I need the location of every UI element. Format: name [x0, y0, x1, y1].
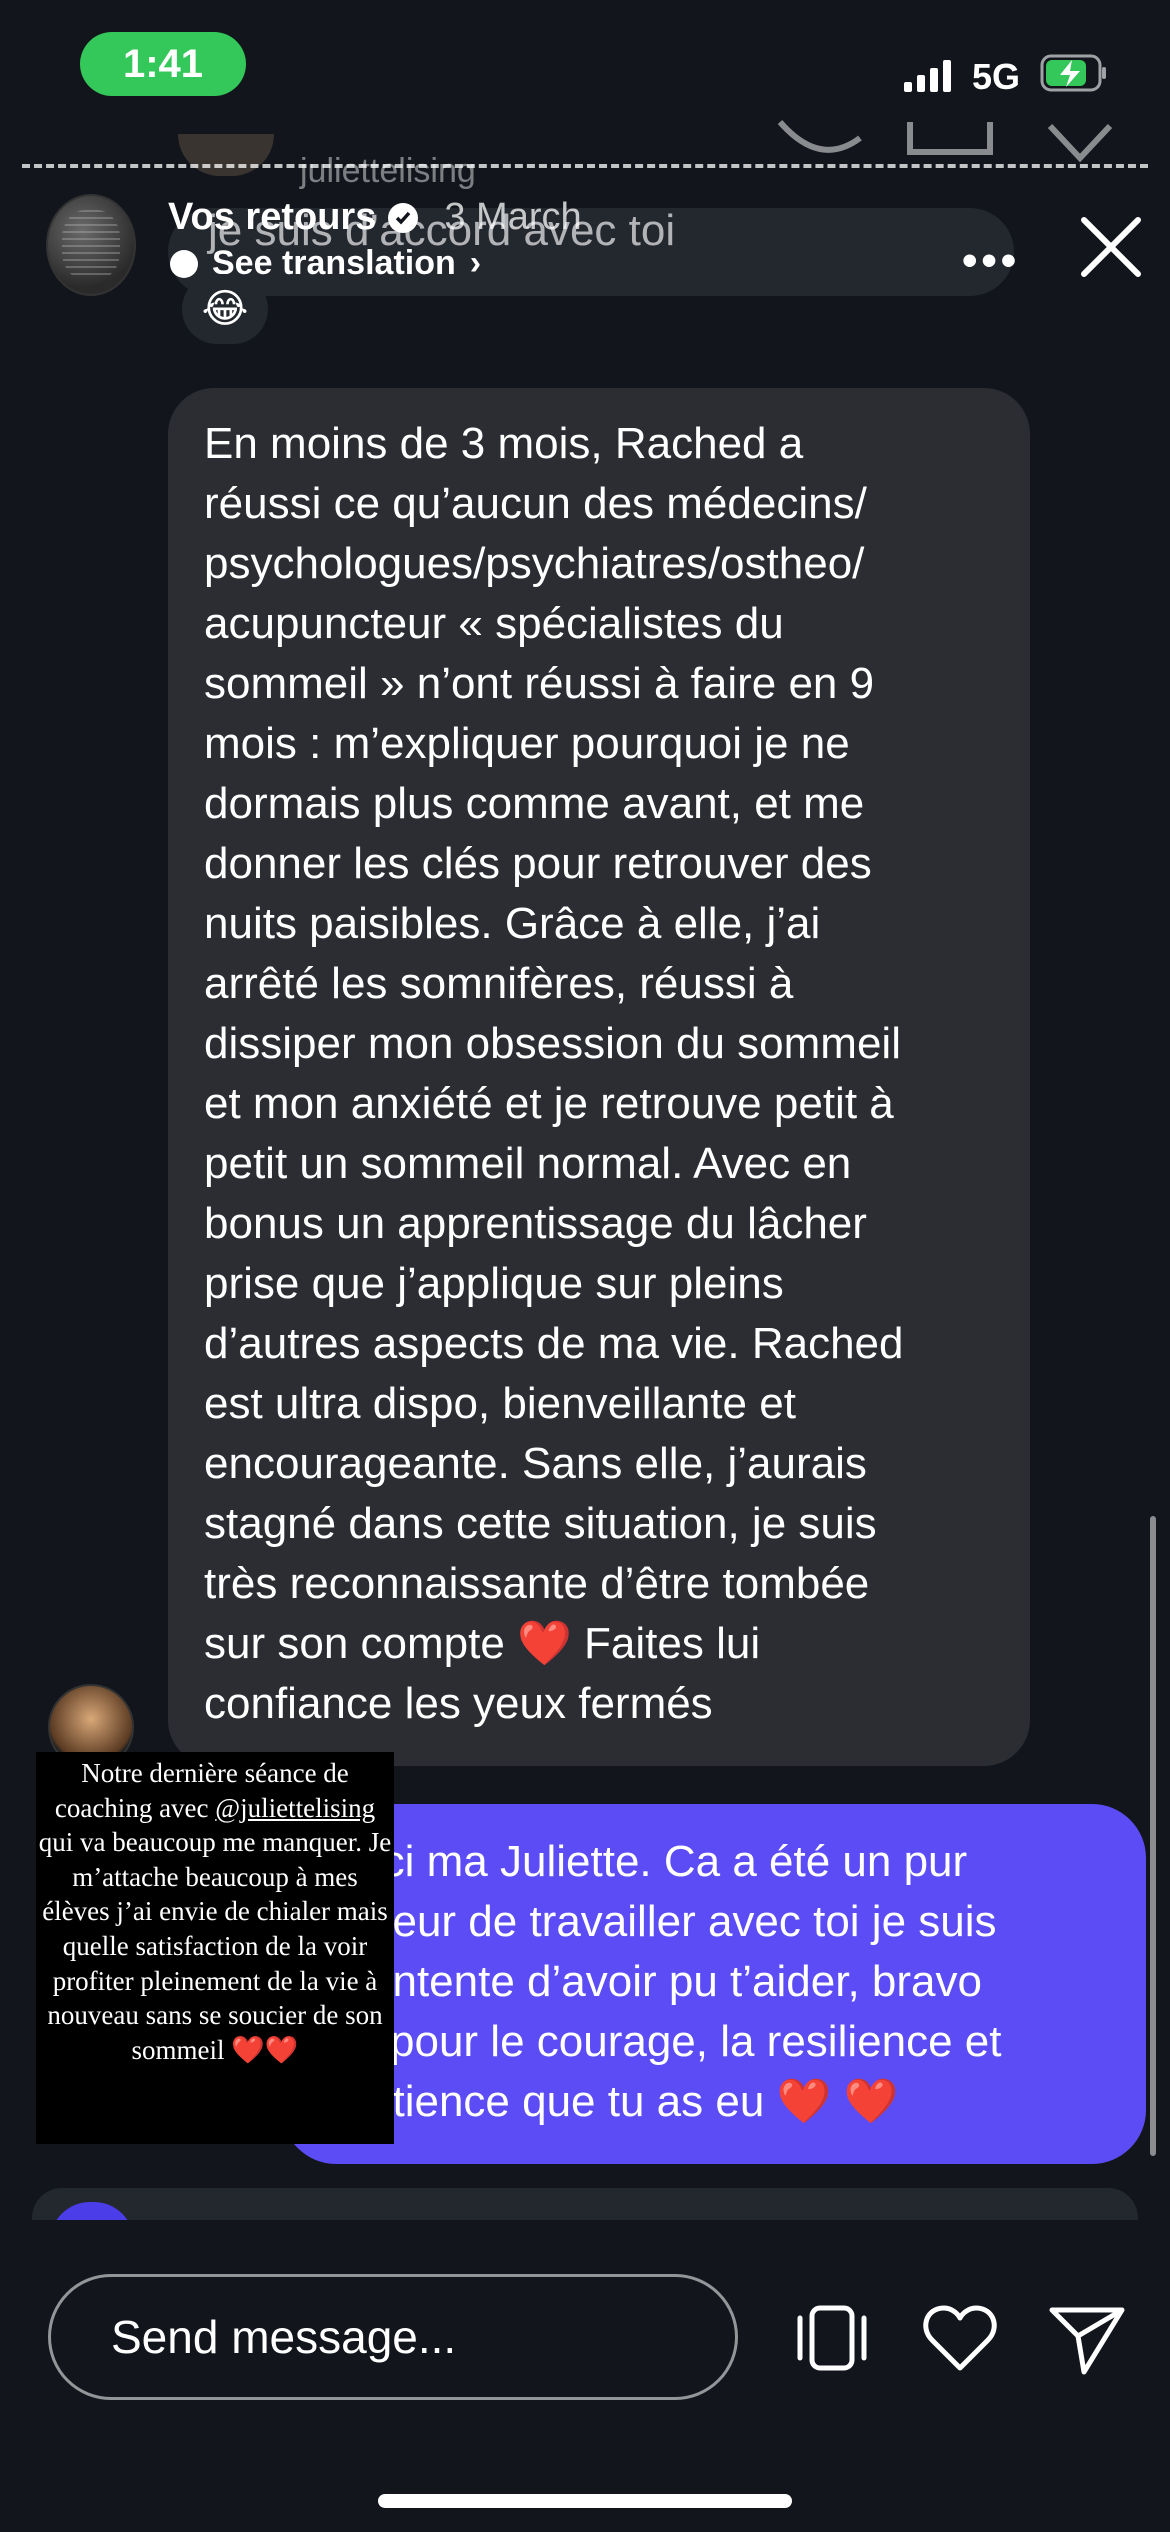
story-date: 3 March — [444, 196, 582, 238]
background-toolbar-icons — [777, 120, 1113, 163]
caption-line-2: qui va beaucoup me manquer. Je m’attache… — [38, 1827, 392, 2065]
scrollbar[interactable] — [1150, 1516, 1156, 2156]
sent-message-text: rci ma Juliette. Ca a été un pur heur de… — [368, 1837, 1002, 2126]
account-avatar[interactable] — [46, 194, 136, 296]
background-username: juliettelising — [300, 152, 476, 190]
background-avatar — [178, 134, 274, 176]
story-caption: Notre dernière séance de coaching avec @… — [36, 1752, 394, 2144]
chevron-right-icon: › — [469, 244, 482, 282]
caption-mention[interactable]: @juliettelising — [215, 1793, 375, 1823]
network-label: 5G — [972, 56, 1021, 97]
verified-badge-icon — [388, 202, 419, 233]
received-message-text: En moins de 3 mois, Rached a réussi ce q… — [204, 419, 904, 1728]
home-indicator[interactable] — [378, 2494, 792, 2508]
close-icon[interactable] — [1072, 208, 1150, 286]
more-dots-icon[interactable]: ••• — [962, 236, 1020, 286]
translation-dot-icon — [170, 249, 198, 278]
heart-icon[interactable] — [918, 2296, 1002, 2380]
story-header[interactable]: Vos retours 3 March — [168, 196, 582, 239]
account-name[interactable]: Vos retours — [168, 196, 376, 239]
status-time: 1:41 — [80, 32, 246, 96]
carousel-icon[interactable] — [790, 2296, 874, 2380]
reaction-emoji: 😂 — [182, 274, 268, 344]
send-message-input[interactable] — [48, 2274, 738, 2400]
signal-icon — [904, 60, 951, 92]
send-icon[interactable] — [1044, 2296, 1128, 2380]
battery-charging-icon — [1040, 54, 1106, 92]
story-progress-bar — [22, 164, 1148, 168]
